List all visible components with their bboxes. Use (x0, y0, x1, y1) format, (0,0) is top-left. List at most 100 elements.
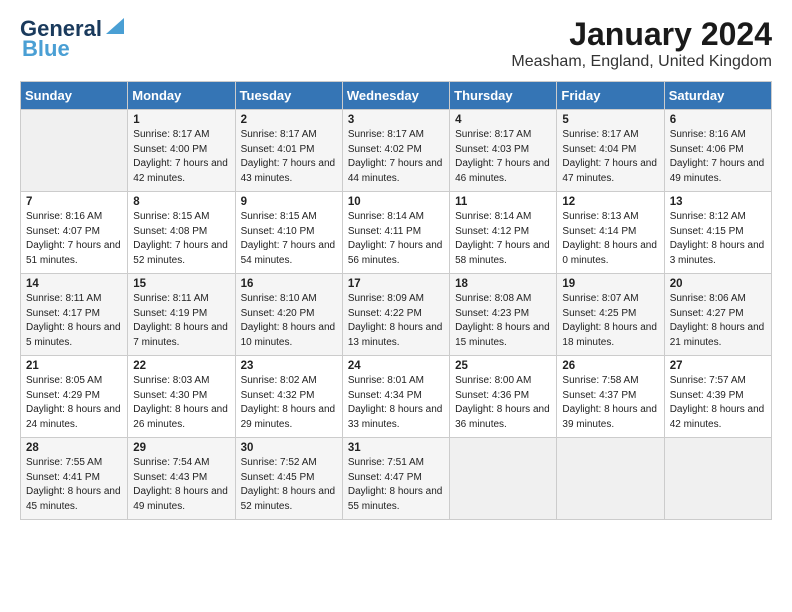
day-number: 16 (241, 278, 337, 290)
col-header-thursday: Thursday (450, 82, 557, 110)
day-number: 27 (670, 360, 766, 372)
logo-blue: Blue (22, 36, 70, 62)
day-cell (664, 438, 771, 520)
cell-info: Sunrise: 7:52 AMSunset: 4:45 PMDaylight:… (241, 456, 337, 514)
day-number: 18 (455, 278, 551, 290)
cell-info: Sunrise: 7:51 AMSunset: 4:47 PMDaylight:… (348, 456, 444, 514)
day-number: 25 (455, 360, 551, 372)
day-cell: 26 Sunrise: 7:58 AMSunset: 4:37 PMDayligh… (557, 356, 664, 438)
day-number: 8 (133, 196, 229, 208)
page: General Blue January 2024 Measham, Engla… (0, 0, 792, 532)
week-row-1: 1Sunrise: 8:17 AMSunset: 4:00 PMDaylight… (21, 110, 772, 192)
day-cell: 16 Sunrise: 8:10 AMSunset: 4:20 PMDayligh… (235, 274, 342, 356)
cell-info: Sunrise: 8:13 AMSunset: 4:14 PMDaylight:… (562, 210, 658, 268)
day-cell: 23Sunrise: 8:02 AMSunset: 4:32 PMDayligh… (235, 356, 342, 438)
cell-info: Sunrise: 8:17 AMSunset: 4:04 PMDaylight:… (562, 128, 658, 186)
day-cell: 30 Sunrise: 7:52 AMSunset: 4:45 PMDayligh… (235, 438, 342, 520)
cell-info: Sunrise: 8:17 AMSunset: 4:02 PMDaylight:… (348, 128, 444, 186)
day-cell: 22 Sunrise: 8:03 AMSunset: 4:30 PMDayligh… (128, 356, 235, 438)
day-cell: 24 Sunrise: 8:01 AMSunset: 4:34 PMDayligh… (342, 356, 449, 438)
calendar-header-row: SundayMondayTuesdayWednesdayThursdayFrid… (21, 82, 772, 110)
col-header-monday: Monday (128, 82, 235, 110)
day-cell: 10Sunrise: 8:14 AMSunset: 4:11 PMDayligh… (342, 192, 449, 274)
col-header-sunday: Sunday (21, 82, 128, 110)
cell-info: Sunrise: 8:16 AMSunset: 4:06 PMDaylight:… (670, 128, 766, 186)
day-cell: 21 Sunrise: 8:05 AMSunset: 4:29 PMDayligh… (21, 356, 128, 438)
day-number: 9 (241, 196, 337, 208)
day-number: 5 (562, 114, 658, 126)
day-cell: 27 Sunrise: 7:57 AMSunset: 4:39 PMDayligh… (664, 356, 771, 438)
week-row-5: 28 Sunrise: 7:55 AMSunset: 4:41 PMDayligh… (21, 438, 772, 520)
cell-info: Sunrise: 7:55 AMSunset: 4:41 PMDaylight:… (26, 456, 122, 514)
cell-info: Sunrise: 8:09 AMSunset: 4:22 PMDaylight:… (348, 292, 444, 350)
cell-info: Sunrise: 8:14 AMSunset: 4:11 PMDaylight:… (348, 210, 444, 268)
cell-info: Sunrise: 8:10 AMSunset: 4:20 PMDaylight:… (241, 292, 337, 350)
cell-info: Sunrise: 8:11 AMSunset: 4:19 PMDaylight:… (133, 292, 229, 350)
day-number: 13 (670, 196, 766, 208)
day-number: 31 (348, 442, 444, 454)
cell-info: Sunrise: 8:11 AMSunset: 4:17 PMDaylight:… (26, 292, 122, 350)
day-number: 12 (562, 196, 658, 208)
day-cell: 9Sunrise: 8:15 AMSunset: 4:10 PMDaylight… (235, 192, 342, 274)
cell-info: Sunrise: 7:58 AMSunset: 4:37 PMDaylight:… (562, 374, 658, 432)
day-number: 17 (348, 278, 444, 290)
day-number: 21 (26, 360, 122, 372)
day-number: 14 (26, 278, 122, 290)
day-cell: 17 Sunrise: 8:09 AMSunset: 4:22 PMDayligh… (342, 274, 449, 356)
day-cell: 5 Sunrise: 8:17 AMSunset: 4:04 PMDaylight… (557, 110, 664, 192)
day-cell (450, 438, 557, 520)
day-cell: 18 Sunrise: 8:08 AMSunset: 4:23 PMDayligh… (450, 274, 557, 356)
title-block: January 2024 Measham, England, United Ki… (511, 16, 772, 71)
day-number: 1 (133, 114, 229, 126)
day-number: 7 (26, 196, 122, 208)
day-number: 20 (670, 278, 766, 290)
logo: General Blue (20, 16, 126, 62)
day-number: 4 (455, 114, 551, 126)
day-cell: 3 Sunrise: 8:17 AMSunset: 4:02 PMDaylight… (342, 110, 449, 192)
day-cell: 20 Sunrise: 8:06 AMSunset: 4:27 PMDayligh… (664, 274, 771, 356)
day-cell: 13 Sunrise: 8:12 AMSunset: 4:15 PMDayligh… (664, 192, 771, 274)
day-number: 2 (241, 114, 337, 126)
cell-info: Sunrise: 8:05 AMSunset: 4:29 PMDaylight:… (26, 374, 122, 432)
cell-info: Sunrise: 8:06 AMSunset: 4:27 PMDaylight:… (670, 292, 766, 350)
week-row-4: 21 Sunrise: 8:05 AMSunset: 4:29 PMDayligh… (21, 356, 772, 438)
day-number: 19 (562, 278, 658, 290)
day-number: 3 (348, 114, 444, 126)
day-cell: 8 Sunrise: 8:15 AMSunset: 4:08 PMDaylight… (128, 192, 235, 274)
day-cell: 14 Sunrise: 8:11 AMSunset: 4:17 PMDayligh… (21, 274, 128, 356)
cell-info: Sunrise: 8:16 AMSunset: 4:07 PMDaylight:… (26, 210, 122, 268)
day-cell: 19Sunrise: 8:07 AMSunset: 4:25 PMDayligh… (557, 274, 664, 356)
cell-info: Sunrise: 8:12 AMSunset: 4:15 PMDaylight:… (670, 210, 766, 268)
day-cell: 6Sunrise: 8:16 AMSunset: 4:06 PMDaylight… (664, 110, 771, 192)
week-row-3: 14 Sunrise: 8:11 AMSunset: 4:17 PMDayligh… (21, 274, 772, 356)
cell-info: Sunrise: 7:54 AMSunset: 4:43 PMDaylight:… (133, 456, 229, 514)
cell-info: Sunrise: 8:08 AMSunset: 4:23 PMDaylight:… (455, 292, 551, 350)
day-number: 26 (562, 360, 658, 372)
cell-info: Sunrise: 8:17 AMSunset: 4:03 PMDaylight:… (455, 128, 551, 186)
day-number: 22 (133, 360, 229, 372)
col-header-saturday: Saturday (664, 82, 771, 110)
day-cell: 7 Sunrise: 8:16 AMSunset: 4:07 PMDaylight… (21, 192, 128, 274)
day-number: 30 (241, 442, 337, 454)
header: General Blue January 2024 Measham, Engla… (20, 16, 772, 71)
day-number: 29 (133, 442, 229, 454)
cell-info: Sunrise: 8:14 AMSunset: 4:12 PMDaylight:… (455, 210, 551, 268)
cell-info: Sunrise: 8:01 AMSunset: 4:34 PMDaylight:… (348, 374, 444, 432)
cell-info: Sunrise: 8:15 AMSunset: 4:08 PMDaylight:… (133, 210, 229, 268)
day-cell: 2Sunrise: 8:17 AMSunset: 4:01 PMDaylight… (235, 110, 342, 192)
day-cell: 15Sunrise: 8:11 AMSunset: 4:19 PMDayligh… (128, 274, 235, 356)
day-cell (557, 438, 664, 520)
location: Measham, England, United Kingdom (511, 53, 772, 71)
day-cell: 12 Sunrise: 8:13 AMSunset: 4:14 PMDayligh… (557, 192, 664, 274)
cell-info: Sunrise: 8:03 AMSunset: 4:30 PMDaylight:… (133, 374, 229, 432)
day-number: 28 (26, 442, 122, 454)
cell-info: Sunrise: 7:57 AMSunset: 4:39 PMDaylight:… (670, 374, 766, 432)
month-year: January 2024 (511, 16, 772, 53)
col-header-tuesday: Tuesday (235, 82, 342, 110)
day-cell: 1Sunrise: 8:17 AMSunset: 4:00 PMDaylight… (128, 110, 235, 192)
calendar-table: SundayMondayTuesdayWednesdayThursdayFrid… (20, 81, 772, 520)
day-number: 24 (348, 360, 444, 372)
logo-triangle-icon (104, 14, 126, 36)
col-header-friday: Friday (557, 82, 664, 110)
day-number: 11 (455, 196, 551, 208)
